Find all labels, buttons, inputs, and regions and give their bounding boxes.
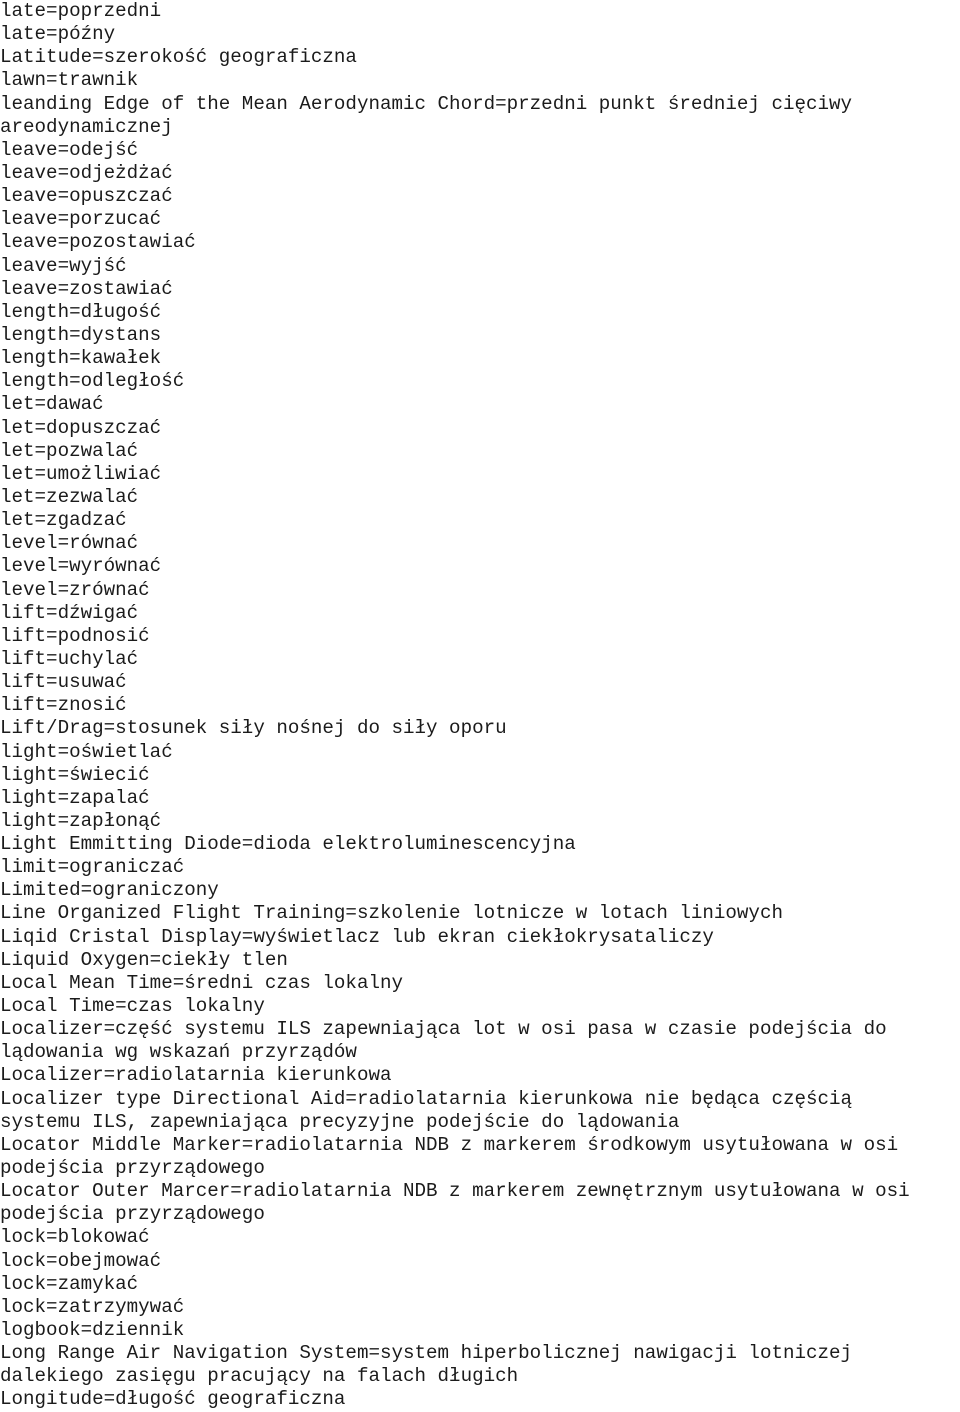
glossary-entry-line: lądowania wg wskazań przyrządów <box>0 1041 357 1064</box>
glossary-entry-line: late=poprzedni <box>0 0 162 22</box>
glossary-entry-line: let=zgadzać <box>0 509 127 532</box>
glossary-entry-line: logbook=dziennik <box>0 1319 185 1342</box>
glossary-entry-line: podejścia przyrządowego <box>0 1203 265 1226</box>
glossary-entry-line: leave=opuszczać <box>0 185 173 208</box>
glossary-entry-line: lift=usuwać <box>0 671 127 694</box>
glossary-entry-line: late=późny <box>0 23 116 46</box>
glossary-entry-line: leave=odejść <box>0 138 139 161</box>
glossary-entry-line: Liqid Cristal Display=wyświetlacz lub ek… <box>0 925 714 948</box>
glossary-entry-line: Line Organized Flight Training=szkolenie… <box>0 902 783 925</box>
glossary-entry-line: podejścia przyrządowego <box>0 1157 265 1180</box>
glossary-entry-line: Local Mean Time=średni czas lokalny <box>0 971 404 994</box>
glossary-entry-line: lift=dźwigać <box>0 601 139 624</box>
glossary-entry-line: Localizer=część systemu ILS zapewniająca… <box>0 1018 887 1041</box>
glossary-entry-line: Local Time=czas lokalny <box>0 995 265 1018</box>
glossary-entry-line: light=oświetlać <box>0 740 173 763</box>
glossary-entry-line: systemu ILS, zapewniająca precyzyjne pod… <box>0 1110 680 1133</box>
glossary-entry-line: lift=uchylać <box>0 647 139 670</box>
glossary-entry-line: length=odległość <box>0 370 185 393</box>
glossary-entry-line: areodynamicznej <box>0 115 173 138</box>
glossary-entry-line: lock=blokować <box>0 1226 150 1249</box>
glossary-entry-line: Locator Outer Marcer=radiolatarnia NDB z… <box>0 1180 910 1203</box>
glossary-entry-line: lift=podnosić <box>0 624 150 647</box>
glossary-entry-line: Longitude=długość geograficzna <box>0 1388 346 1411</box>
glossary-entry-line: Localizer type Directional Aid=radiolata… <box>0 1087 853 1110</box>
glossary-entry-line: Locator Middle Marker=radiolatarnia NDB … <box>0 1133 899 1156</box>
glossary-entry-line: let=dopuszczać <box>0 416 162 439</box>
glossary-entry-line: Light Emmitting Diode=dioda elektrolumin… <box>0 833 576 856</box>
glossary-entry-line: level=równać <box>0 532 139 555</box>
glossary-entry-line: leanding Edge of the Mean Aerodynamic Ch… <box>0 92 853 115</box>
glossary-entry-line: Localizer=radiolatarnia kierunkowa <box>0 1064 392 1087</box>
glossary-entry-line: let=zezwalać <box>0 485 139 508</box>
glossary-entry-line: lock=zatrzymywać <box>0 1295 185 1318</box>
glossary-entry-line: leave=zostawiać <box>0 277 173 300</box>
glossary-entry-line: leave=wyjść <box>0 254 127 277</box>
glossary-entry-line: light=zapalać <box>0 786 150 809</box>
glossary-entry-line: light=zapłonąć <box>0 809 162 832</box>
glossary-entry-line: Long Range Air Navigation System=system … <box>0 1342 853 1365</box>
glossary-entry-line: lift=znosić <box>0 694 127 717</box>
glossary-entry-line: leave=pozostawiać <box>0 231 196 254</box>
glossary-entry-line: leave=porzucać <box>0 208 162 231</box>
glossary-entry-line: lawn=trawnik <box>0 69 139 92</box>
glossary-entry-line: let=dawać <box>0 393 104 416</box>
glossary-entry-line: let=umożliwiać <box>0 462 162 485</box>
glossary-entry-line: light=świecić <box>0 763 150 786</box>
glossary-entry-line: Latitude=szerokość geograficzna <box>0 46 357 69</box>
glossary-entry-line: lock=obejmować <box>0 1249 162 1272</box>
glossary-entry-line: length=dystans <box>0 323 162 346</box>
glossary-entry-line: lock=zamykać <box>0 1272 139 1295</box>
glossary-entry-line: length=kawałek <box>0 347 162 370</box>
glossary-page: late=poprzedni late=późny Latitude=szeroko… <box>0 0 960 1410</box>
glossary-entry-line: leave=odjeżdżać <box>0 161 173 184</box>
glossary-entry-line: Limited=ograniczony <box>0 879 219 902</box>
glossary-entry-list: late=poprzedni late=późny Latitude=szeroko… <box>0 0 960 1412</box>
glossary-entry-line: Lift/Drag=stosunek siły nośnej do siły o… <box>0 717 507 740</box>
glossary-entry-line: level=zrównać <box>0 578 150 601</box>
glossary-entry-line: dalekiego zasięgu pracujący na falach dł… <box>0 1365 519 1388</box>
glossary-entry-line: Liquid Oxygen=ciekły tlen <box>0 948 288 971</box>
glossary-entry-line: length=długość <box>0 300 162 323</box>
glossary-entry-line: limit=ograniczać <box>0 856 185 879</box>
glossary-entry-line: let=pozwalać <box>0 439 139 462</box>
glossary-entry-line: level=wyrównać <box>0 555 162 578</box>
